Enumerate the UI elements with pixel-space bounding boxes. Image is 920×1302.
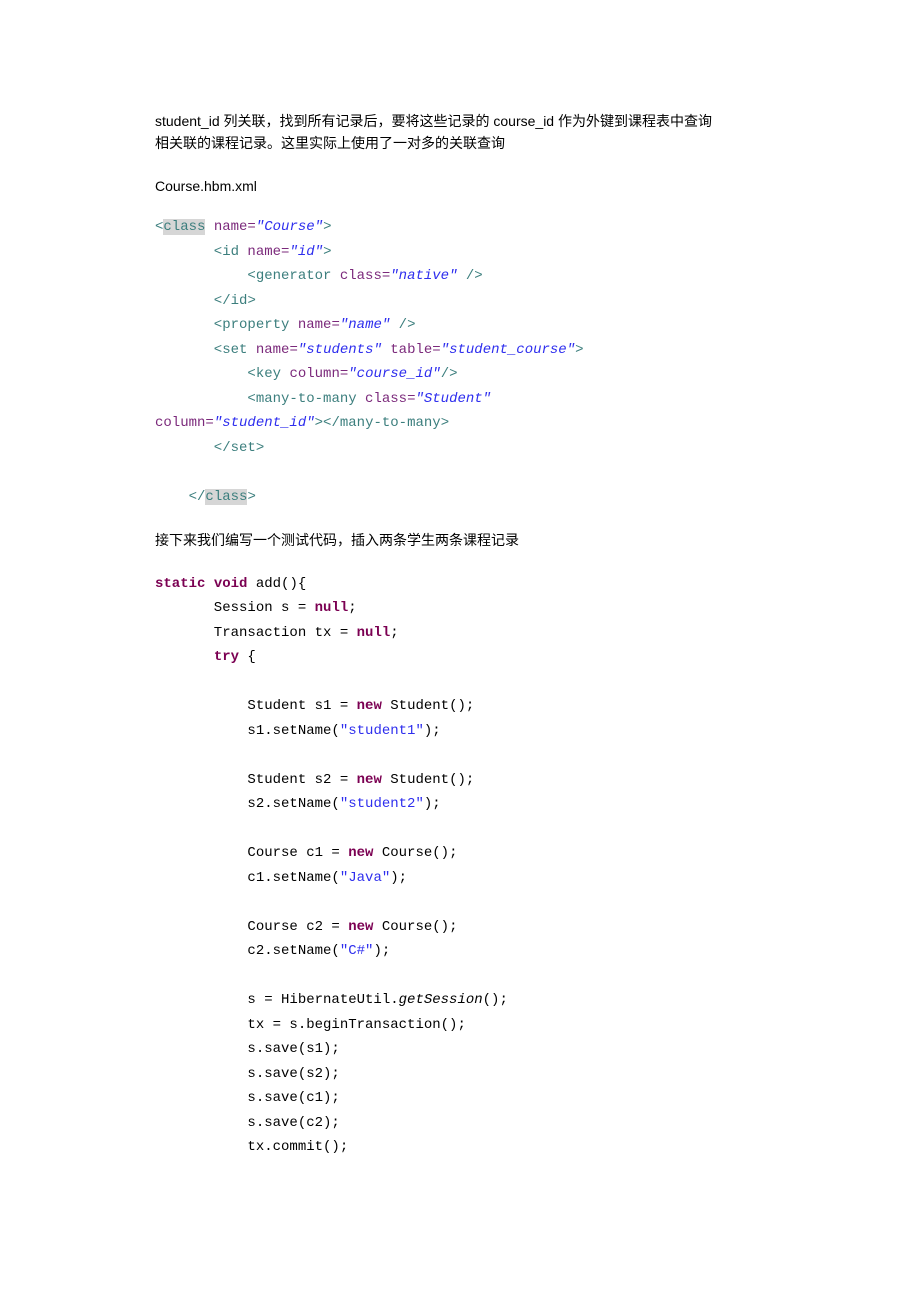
intro-line1: student_id 列关联，找到所有记录后，要将这些记录的 course_id… [155, 113, 712, 129]
filename-label: Course.hbm.xml [155, 175, 765, 197]
intro-paragraph: student_id 列关联，找到所有记录后，要将这些记录的 course_id… [155, 110, 765, 155]
java-code-block: static void add(){ Session s = null; Tra… [155, 572, 765, 1160]
mid-paragraph: 接下来我们编写一个测试代码，插入两条学生两条课程记录 [155, 529, 765, 551]
xml-code-block: <class name="Course"> <id name="id"> <ge… [155, 215, 765, 509]
intro-line2: 相关联的课程记录。这里实际上使用了一对多的关联查询 [155, 135, 505, 151]
